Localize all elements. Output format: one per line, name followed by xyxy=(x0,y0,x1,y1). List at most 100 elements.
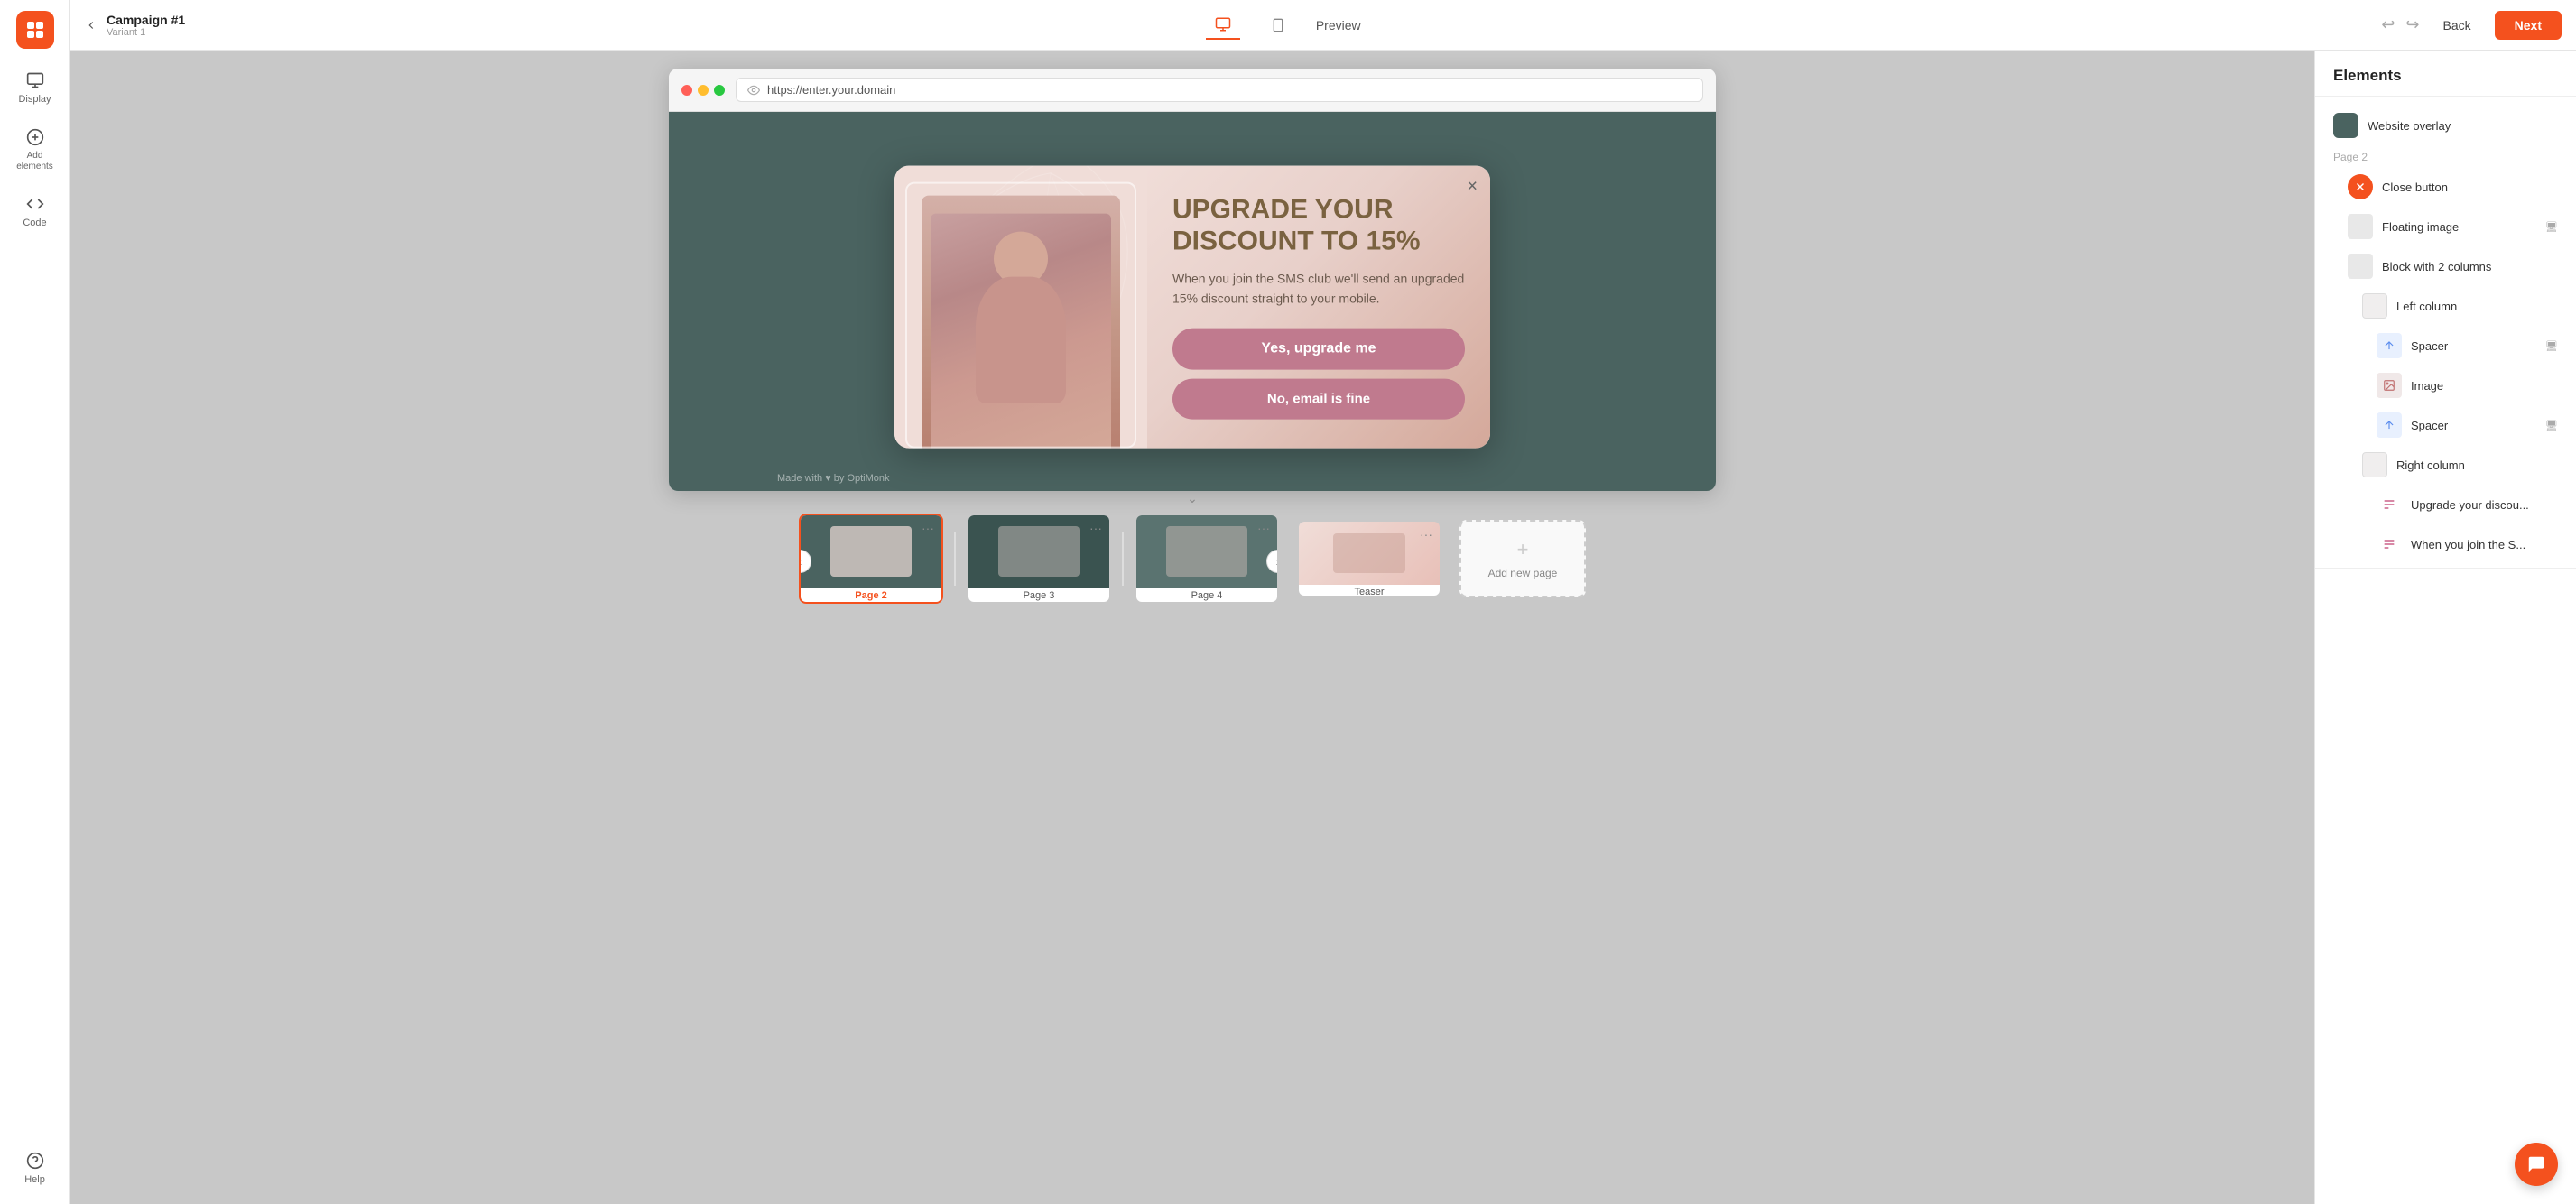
person-image xyxy=(922,196,1120,449)
code-icon xyxy=(25,194,45,214)
address-bar[interactable]: https://enter.your.domain xyxy=(736,78,1703,102)
popup-footer: Made with ♥ by OptiMonk xyxy=(777,473,890,484)
text-upgrade-label: Upgrade your discou... xyxy=(2411,498,2529,512)
browser-window: https://enter.your.domain xyxy=(669,69,1716,491)
element-spacer-1[interactable]: Spacer 🖥 xyxy=(2315,326,2576,366)
teaser-label: Teaser xyxy=(1299,585,1440,597)
block-2col-label: Block with 2 columns xyxy=(2382,260,2491,273)
spacer-2-label: Spacer xyxy=(2411,419,2448,432)
page-2-label: Page 2 xyxy=(801,588,941,604)
website-overlay-label: Website overlay xyxy=(2368,119,2451,133)
back-nav-button[interactable] xyxy=(85,19,97,32)
next-button[interactable]: Next xyxy=(2495,11,2562,40)
dot-yellow xyxy=(698,85,709,96)
add-page-button[interactable]: + Add new page xyxy=(1459,520,1586,597)
sidebar-label-add: Add elements xyxy=(11,151,60,172)
browser-content: × UPGRADE YOUR DISCOUNT TO 15% When you … xyxy=(669,112,1716,491)
preview-label: Preview xyxy=(1316,18,1361,32)
spacer-1-icon xyxy=(2377,333,2402,358)
element-right-column[interactable]: Right column xyxy=(2315,445,2576,485)
page-divider-2 xyxy=(1122,532,1124,586)
sidebar-label-code: Code xyxy=(23,218,46,229)
popup-primary-button[interactable]: Yes, upgrade me xyxy=(1172,329,1465,370)
popup-secondary-button[interactable]: No, email is fine xyxy=(1172,379,1465,420)
device-icon-floating: 🖥 xyxy=(2545,221,2558,233)
page-dots-2[interactable]: ··· xyxy=(922,521,934,535)
redo-button[interactable]: ↪ xyxy=(2405,15,2419,34)
left-sidebar: Display Add elements Code Help xyxy=(0,0,70,1204)
page-2-preview xyxy=(801,515,941,588)
page-thumb-4[interactable]: ··· Page 4 › xyxy=(1135,514,1279,604)
elements-list: Website overlay Page 2 Close button Floa… xyxy=(2315,97,2576,581)
close-button-icon xyxy=(2348,174,2373,199)
mobile-view-button[interactable] xyxy=(1262,12,1294,39)
section-divider xyxy=(2315,568,2576,569)
close-button-label: Close button xyxy=(2382,181,2448,194)
browser-dots xyxy=(681,85,725,96)
text-upgrade-icon xyxy=(2377,492,2402,517)
element-image[interactable]: Image xyxy=(2315,366,2576,405)
page-dots-teaser[interactable]: ··· xyxy=(1420,527,1432,542)
app-icon[interactable] xyxy=(16,11,54,49)
image-element-icon xyxy=(2377,373,2402,398)
popup-body: When you join the SMS club we'll send an… xyxy=(1172,270,1465,309)
page-thumb-2[interactable]: ··· Page 2 ‹ xyxy=(799,514,943,604)
page-divider-1 xyxy=(954,532,956,586)
device-icon-spacer1: 🖥 xyxy=(2545,340,2558,352)
popup-headline: UPGRADE YOUR DISCOUNT TO 15% xyxy=(1172,195,1465,257)
desktop-view-button[interactable] xyxy=(1206,11,1240,40)
left-column-label: Left column xyxy=(2396,300,2457,313)
top-bar-left: Campaign #1 Variant 1 xyxy=(85,13,185,38)
page-thumb-3[interactable]: ··· Page 3 xyxy=(967,514,1111,604)
sidebar-item-code[interactable]: Code xyxy=(5,187,65,236)
close-popup-button[interactable]: × xyxy=(1467,177,1478,198)
sidebar-label-display: Display xyxy=(18,94,51,106)
page-3-label: Page 3 xyxy=(968,588,1109,604)
sidebar-item-help[interactable]: Help xyxy=(5,1144,65,1193)
main-area: https://enter.your.domain xyxy=(70,51,2314,1204)
element-website-overlay[interactable]: Website overlay xyxy=(2315,106,2576,145)
chat-button[interactable] xyxy=(2515,1143,2558,1186)
right-column-label: Right column xyxy=(2396,458,2465,472)
page-dots-4[interactable]: ··· xyxy=(1257,521,1270,535)
left-column-icon xyxy=(2362,293,2387,319)
block-2col-icon xyxy=(2348,254,2373,279)
popup-right: × UPGRADE YOUR DISCOUNT TO 15% When you … xyxy=(1147,166,1490,449)
popup-left xyxy=(894,166,1147,449)
element-close-button[interactable]: Close button xyxy=(2315,167,2576,207)
teaser-area: ··· Teaser xyxy=(1297,520,1441,597)
campaign-title: Campaign #1 xyxy=(107,13,185,27)
address-text: https://enter.your.domain xyxy=(767,83,895,97)
element-left-column[interactable]: Left column xyxy=(2315,286,2576,326)
spacer-2-icon xyxy=(2377,412,2402,438)
element-block-2col[interactable]: Block with 2 columns xyxy=(2315,246,2576,286)
element-text-join[interactable]: When you join the S... xyxy=(2315,524,2576,564)
help-icon xyxy=(25,1151,45,1171)
page-2-section-label: Page 2 xyxy=(2315,145,2576,167)
right-column-icon xyxy=(2362,452,2387,477)
website-overlay-icon xyxy=(2333,113,2358,138)
right-panel: Elements Website overlay Page 2 Close bu… xyxy=(2314,51,2576,1204)
back-button[interactable]: Back xyxy=(2431,13,2484,38)
monitor-icon xyxy=(25,70,45,90)
device-icon-spacer2: 🖥 xyxy=(2545,420,2558,431)
element-floating-image[interactable]: Floating image 🖥 xyxy=(2315,207,2576,246)
image-element-label: Image xyxy=(2411,379,2443,393)
popup-container: × UPGRADE YOUR DISCOUNT TO 15% When you … xyxy=(894,166,1490,449)
text-join-icon xyxy=(2377,532,2402,557)
undo-button[interactable]: ↩ xyxy=(2381,15,2395,34)
sidebar-item-add[interactable]: Add elements xyxy=(5,120,65,180)
sidebar-item-display[interactable]: Display xyxy=(5,63,65,113)
page-dots-3[interactable]: ··· xyxy=(1089,521,1102,535)
dot-green xyxy=(714,85,725,96)
browser-bar: https://enter.your.domain xyxy=(669,69,1716,112)
elements-panel-title: Elements xyxy=(2315,51,2576,97)
element-text-upgrade[interactable]: Upgrade your discou... xyxy=(2315,485,2576,524)
page-thumb-teaser[interactable]: ··· Teaser xyxy=(1297,520,1441,597)
element-spacer-2[interactable]: Spacer 🖥 xyxy=(2315,405,2576,445)
campaign-subtitle: Variant 1 xyxy=(107,27,185,38)
pages-bar: ··· Page 2 ‹ ··· Page 3 ··· Page 4 xyxy=(775,514,1609,604)
page-3-preview xyxy=(968,515,1109,588)
chevron-down-icon: ⌄ xyxy=(1187,491,1198,506)
add-page-label: Add new page xyxy=(1488,567,1558,579)
